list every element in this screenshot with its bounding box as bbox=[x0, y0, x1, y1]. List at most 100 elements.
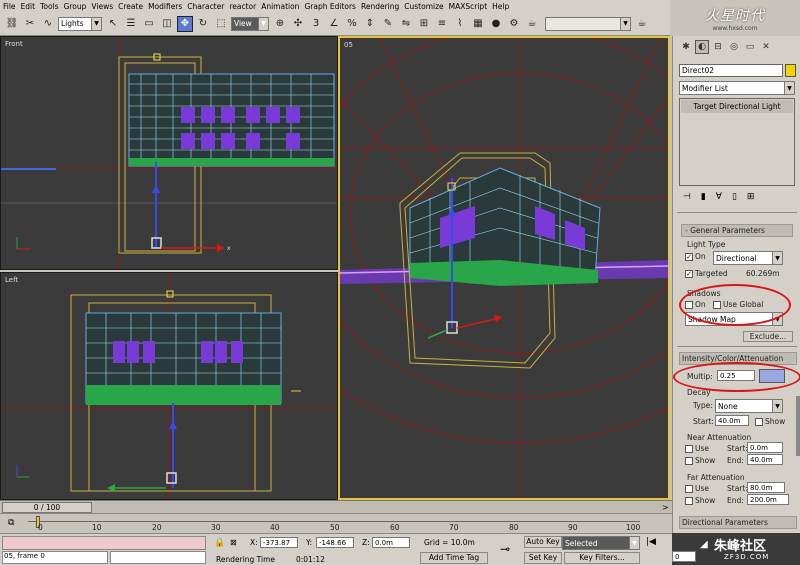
maxscript-listener[interactable]: 05, frame 0 bbox=[2, 551, 108, 564]
key-icon[interactable]: ⊸ bbox=[500, 542, 510, 556]
general-parameters-rollout[interactable]: - General Parameters bbox=[681, 224, 793, 237]
motion-tab-icon[interactable]: ◎ bbox=[727, 40, 741, 54]
track-bar-toggle-icon[interactable]: ⧉ bbox=[8, 518, 14, 528]
modify-tab-icon[interactable]: ◐ bbox=[695, 40, 709, 54]
object-name-field[interactable]: Direct02 bbox=[679, 64, 783, 77]
set-key-button[interactable]: Set Key bbox=[524, 552, 562, 564]
key-filters-button[interactable]: Key Filters... bbox=[564, 552, 640, 564]
bind-space-warp-icon[interactable]: ∿ bbox=[40, 16, 56, 32]
make-unique-icon[interactable]: ∀ bbox=[716, 192, 722, 202]
utilities-tab-icon[interactable]: ✕ bbox=[759, 40, 773, 54]
viewport-front[interactable]: Front x bbox=[0, 36, 338, 270]
menu-modifiers[interactable]: Modifiers bbox=[148, 2, 182, 11]
far-start-spinner[interactable]: 80.0m bbox=[747, 482, 785, 493]
remove-modifier-icon[interactable]: ▯ bbox=[732, 192, 737, 202]
select-rotate-icon[interactable]: ↻ bbox=[195, 16, 211, 32]
mirror-icon[interactable]: ⇋ bbox=[398, 16, 414, 32]
decay-type-dropdown[interactable]: None ▼ bbox=[715, 399, 783, 413]
menu-character[interactable]: Character bbox=[187, 2, 224, 11]
pin-stack-icon[interactable]: ⊣ bbox=[683, 192, 691, 202]
z-coordinate[interactable]: 0.0m bbox=[372, 537, 410, 548]
schematic-view-icon[interactable]: ▦ bbox=[470, 16, 486, 32]
link-icon[interactable]: ⛓ bbox=[4, 16, 20, 32]
menu-help[interactable]: Help bbox=[492, 2, 509, 11]
far-use-checkbox[interactable]: Use bbox=[685, 484, 709, 493]
edit-named-selection-icon[interactable]: ✎ bbox=[380, 16, 396, 32]
menu-edit[interactable]: Edit bbox=[21, 2, 36, 11]
x-coordinate[interactable]: -373.87 bbox=[260, 537, 298, 548]
time-slider[interactable]: 0 / 100 > bbox=[0, 500, 672, 513]
track-bar[interactable]: ⧉ 0 10 20 30 40 50 60 70 80 90 100 bbox=[0, 513, 672, 533]
window-crossing-icon[interactable]: ◫ bbox=[159, 16, 175, 32]
reference-coordinate-dropdown[interactable]: View ▼ bbox=[231, 16, 269, 31]
menu-reactor[interactable]: reactor bbox=[229, 2, 256, 11]
render-type-dropdown[interactable]: ▼ bbox=[545, 16, 631, 31]
light-on-checkbox[interactable]: On bbox=[685, 252, 706, 261]
viewport-left[interactable]: Left bbox=[0, 272, 338, 500]
time-slider-next-icon[interactable]: > bbox=[662, 503, 669, 512]
decay-start-spinner[interactable]: 40.0m bbox=[715, 415, 749, 426]
targeted-checkbox[interactable]: Targeted bbox=[685, 269, 728, 278]
auto-key-button[interactable]: Auto Key bbox=[524, 536, 562, 548]
menu-tools[interactable]: Tools bbox=[40, 2, 58, 11]
material-editor-icon[interactable]: ● bbox=[488, 16, 504, 32]
render-scene-icon[interactable]: ⚙ bbox=[506, 16, 522, 32]
configure-modifier-sets-icon[interactable]: ⊞ bbox=[747, 192, 755, 202]
directional-parameters-rollout[interactable]: Directional Parameters bbox=[679, 516, 797, 529]
add-time-tag-button[interactable]: Add Time Tag bbox=[420, 552, 488, 564]
pivot-center-icon[interactable]: ⊕ bbox=[272, 16, 288, 32]
key-mode-dropdown[interactable]: Selected ▼ bbox=[562, 536, 640, 550]
render-last-icon[interactable]: ☕ bbox=[634, 16, 650, 32]
lock-selection-icon[interactable]: 🔒 bbox=[214, 538, 225, 548]
time-slider-thumb[interactable]: 0 / 100 bbox=[2, 502, 92, 513]
near-use-checkbox[interactable]: Use bbox=[685, 444, 709, 453]
select-by-name-icon[interactable]: ☰ bbox=[123, 16, 139, 32]
menu-maxscript[interactable]: MAXScript bbox=[449, 2, 488, 11]
snap-toggle-icon[interactable]: 3 bbox=[308, 16, 324, 32]
absolute-mode-icon[interactable]: ⊠ bbox=[230, 538, 237, 547]
align-icon[interactable]: ⊞ bbox=[416, 16, 432, 32]
hierarchy-tab-icon[interactable]: ⊟ bbox=[711, 40, 725, 54]
percent-snap-icon[interactable]: % bbox=[344, 16, 360, 32]
quick-render-icon[interactable]: ☕ bbox=[524, 16, 540, 32]
far-end-spinner[interactable]: 200.0m bbox=[747, 494, 789, 505]
viewport-camera[interactable]: 05 bbox=[338, 36, 670, 500]
menu-graph-editors[interactable]: Graph Editors bbox=[304, 2, 356, 11]
angle-snap-icon[interactable]: ∠ bbox=[326, 16, 342, 32]
menu-animation[interactable]: Animation bbox=[261, 2, 299, 11]
menu-views[interactable]: Views bbox=[91, 2, 113, 11]
near-end-spinner[interactable]: 40.0m bbox=[747, 454, 783, 465]
light-type-dropdown[interactable]: Directional ▼ bbox=[713, 251, 783, 265]
create-tab-icon[interactable]: ✱ bbox=[679, 40, 693, 54]
near-show-checkbox[interactable]: Show bbox=[685, 456, 715, 465]
menu-rendering[interactable]: Rendering bbox=[361, 2, 399, 11]
display-tab-icon[interactable]: ▭ bbox=[743, 40, 757, 54]
curve-editor-icon[interactable]: ⌇ bbox=[452, 16, 468, 32]
layer-manager-icon[interactable]: ≡ bbox=[434, 16, 450, 32]
stack-item[interactable]: Target Directional Light bbox=[681, 100, 793, 113]
go-to-start-icon[interactable]: |◀ bbox=[646, 537, 656, 547]
exclude-button[interactable]: Exclude... bbox=[743, 331, 793, 342]
object-color-swatch[interactable] bbox=[785, 64, 796, 77]
select-scale-icon[interactable]: ⬚ bbox=[213, 16, 229, 32]
select-object-icon[interactable]: ↖ bbox=[105, 16, 121, 32]
show-end-result-icon[interactable]: ▮ bbox=[701, 192, 706, 202]
far-show-checkbox[interactable]: Show bbox=[685, 496, 715, 505]
near-start-spinner[interactable]: 0.0m bbox=[747, 442, 783, 453]
menu-customize[interactable]: Customize bbox=[404, 2, 443, 11]
menu-create[interactable]: Create bbox=[118, 2, 143, 11]
current-frame-field[interactable]: 0 bbox=[672, 551, 696, 562]
menu-file[interactable]: File bbox=[3, 2, 16, 11]
panel-scrollbar[interactable] bbox=[796, 396, 800, 456]
menu-group[interactable]: Group bbox=[64, 2, 87, 11]
region-select-icon[interactable]: ▭ bbox=[141, 16, 157, 32]
y-coordinate[interactable]: -148.66 bbox=[316, 537, 354, 548]
spinner-snap-icon[interactable]: ⇕ bbox=[362, 16, 378, 32]
maxscript-listener-top[interactable] bbox=[2, 536, 206, 550]
select-move-icon[interactable]: ✥ bbox=[177, 15, 193, 32]
decay-show-checkbox[interactable]: Show bbox=[755, 417, 785, 426]
selection-filter-dropdown[interactable]: Lights ▼ bbox=[58, 16, 102, 31]
modifier-list-dropdown[interactable]: Modifier List ▼ bbox=[679, 81, 795, 95]
unlink-icon[interactable]: ✂ bbox=[22, 16, 38, 32]
manipulate-icon[interactable]: ✣ bbox=[290, 16, 306, 32]
